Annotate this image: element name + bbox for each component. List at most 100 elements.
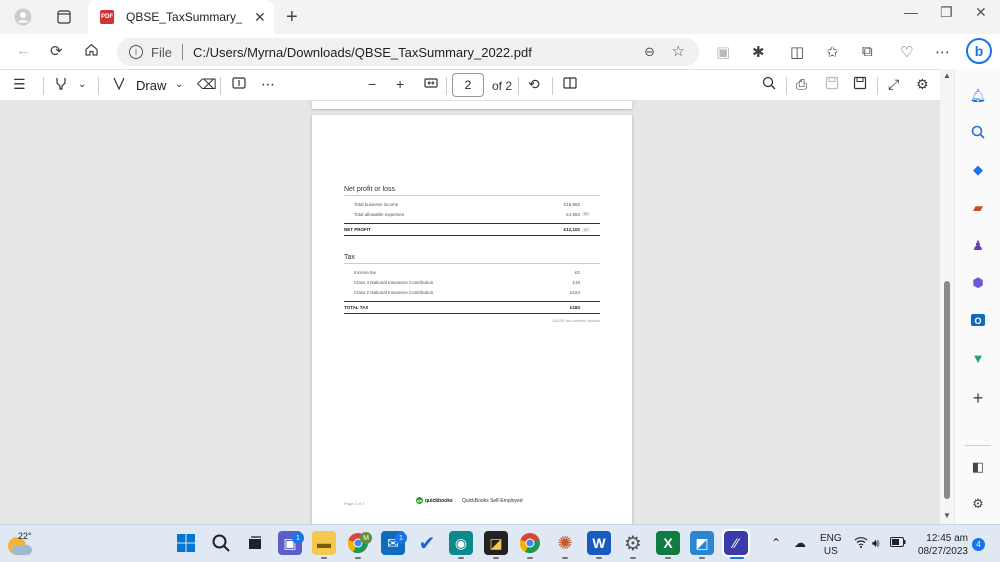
scroll-up-icon[interactable]: ▲ — [943, 71, 951, 80]
pdf-viewer[interactable]: Net profit or loss Total business income… — [0, 101, 940, 524]
class2-nic-value: £164 — [569, 290, 580, 295]
contents-icon[interactable]: ☰ — [13, 76, 26, 93]
highlight-dropdown-icon[interactable]: ⌄ — [78, 79, 86, 90]
minimize-icon[interactable]: — — [904, 4, 918, 20]
sticky-notes-icon[interactable]: ◪ — [484, 531, 508, 555]
settings-gear-icon[interactable]: ⚙ — [621, 531, 645, 555]
wifi-icon[interactable] — [854, 536, 868, 551]
print-icon[interactable]: ⎙ — [796, 76, 807, 93]
search-icon[interactable] — [969, 123, 987, 141]
allowable-expenses-label: Total allowable expenses — [354, 212, 405, 217]
photos-icon[interactable]: ◩ — [690, 531, 714, 555]
scrollbar-thumb[interactable] — [944, 281, 950, 499]
fullscreen-icon[interactable]: ⤢ — [888, 76, 899, 93]
pdf-page-2: Net profit or loss Total business income… — [312, 115, 632, 524]
onedrive-cloud-icon[interactable]: ☁ — [794, 536, 806, 550]
page-number-input[interactable]: 2 — [452, 73, 484, 97]
new-tab-button[interactable]: + — [286, 6, 298, 29]
tab-pdf[interactable]: PDF QBSE_TaxSummary_2022.pdf ✕ — [88, 0, 274, 34]
favorite-star-icon[interactable]: ☆ — [672, 42, 685, 60]
hide-sidebar-icon[interactable]: ◧ — [969, 458, 987, 476]
save-as-icon[interactable] — [853, 76, 867, 93]
paint-icon[interactable]: ✺ — [553, 531, 577, 555]
split-screen-icon[interactable]: ◫ — [790, 43, 804, 61]
back-icon[interactable]: ← — [16, 42, 31, 59]
info-icon[interactable]: i — [129, 45, 143, 59]
clock-date: 08/27/2023 — [917, 546, 968, 557]
chrome-canary-icon[interactable] — [518, 531, 542, 555]
active-app-icon[interactable]: ⁄⁄ — [722, 529, 750, 557]
teams-badge: 1 — [292, 532, 304, 544]
weather-cloud-icon — [12, 545, 32, 555]
fit-page-icon[interactable] — [424, 76, 438, 93]
refresh-icon[interactable]: ⟳ — [50, 42, 63, 60]
close-window-icon[interactable]: ✕ — [975, 4, 987, 21]
draw-icon[interactable] — [112, 76, 126, 93]
bing-chat-icon[interactable]: b — [966, 38, 992, 64]
toolbar-divider — [786, 77, 787, 95]
system-clock[interactable]: 12:45 am 08/27/2023 — [912, 532, 968, 558]
zoom-in-icon[interactable]: + — [396, 76, 404, 92]
show-hidden-icons-chevron-icon[interactable]: ⌃ — [771, 536, 781, 550]
sidebar-settings-icon[interactable]: ⚙ — [969, 495, 987, 513]
box-numbers-note: SA103F box numbers included — [552, 319, 600, 323]
erase-icon[interactable]: ⌫ — [197, 76, 217, 93]
zoom-out-icon[interactable]: ⊖ — [644, 44, 655, 60]
collections-icon[interactable]: ⧉ — [862, 43, 873, 60]
favorites-icon[interactable]: ✩ — [826, 43, 839, 61]
page-view-icon[interactable] — [563, 76, 577, 93]
search-icon[interactable] — [209, 531, 233, 555]
save-icon[interactable] — [825, 76, 839, 93]
more-menu-icon[interactable]: ⋯ — [935, 43, 950, 61]
tools-briefcase-icon[interactable]: ▰ — [969, 199, 987, 217]
volume-icon[interactable]: 🔊︎ — [872, 536, 880, 551]
title-bar: PDF QBSE_TaxSummary_2022.pdf ✕ + — ❐ ✕ — [0, 0, 1000, 34]
tax-title: Tax — [344, 254, 355, 261]
scroll-down-icon[interactable]: ▼ — [943, 511, 951, 520]
running-indicator — [493, 557, 499, 559]
vertical-scrollbar[interactable]: ▲ ▼ — [940, 69, 954, 524]
drop-icon[interactable]: ▼ — [969, 349, 987, 367]
close-tab-icon[interactable]: ✕ — [254, 9, 266, 26]
browser-essentials-icon[interactable]: ♡ — [900, 43, 913, 61]
notification-count-badge[interactable]: 4 — [972, 538, 985, 551]
business-income-value: £16,965 — [563, 202, 580, 207]
restore-icon[interactable]: ❐ — [940, 4, 953, 21]
word-icon[interactable]: W — [587, 531, 611, 555]
highlight-icon[interactable] — [54, 76, 68, 93]
more-tools-icon[interactable]: ⋯ — [261, 76, 275, 93]
tab-actions-icon[interactable] — [53, 7, 75, 27]
start-windows-icon[interactable] — [174, 531, 198, 555]
extensions-icon[interactable]: ✱ — [752, 43, 765, 61]
notifications-bell-icon[interactable]: 🔔︎ — [969, 87, 987, 105]
total-rule — [344, 313, 600, 314]
home-icon[interactable] — [84, 42, 99, 61]
add-text-icon[interactable] — [232, 76, 246, 93]
task-view-icon[interactable] — [243, 531, 267, 555]
running-indicator — [665, 557, 671, 559]
draw-button[interactable]: Draw — [136, 78, 166, 93]
url-field[interactable]: i File C:/Users/Myrna/Downloads/QBSE_Tax… — [117, 38, 699, 66]
input-language[interactable]: ENG US — [820, 532, 842, 558]
rotate-icon[interactable]: ⟲ — [528, 76, 540, 93]
toolbar-divider — [877, 77, 878, 95]
edge-icon[interactable]: ◉ — [449, 531, 473, 555]
find-icon[interactable] — [762, 76, 776, 93]
battery-icon[interactable] — [890, 536, 906, 550]
microsoft-365-icon[interactable]: ⬢ — [969, 274, 987, 292]
reading-mode-icon[interactable]: ▣ — [716, 43, 730, 61]
file-explorer-icon[interactable]: ▬ — [312, 531, 336, 555]
games-icon[interactable]: ♟ — [969, 237, 987, 255]
total-rule — [344, 223, 600, 224]
draw-dropdown-icon[interactable]: ⌄ — [175, 79, 183, 90]
profile-icon[interactable] — [12, 7, 34, 27]
sidebar-divider — [965, 445, 991, 446]
toolbar-divider — [43, 77, 44, 95]
shopping-tag-icon[interactable]: ◆ — [969, 161, 987, 179]
outlook-icon[interactable]: O — [969, 311, 987, 329]
excel-icon[interactable]: X — [656, 531, 680, 555]
todo-icon[interactable]: ✔ — [415, 531, 439, 555]
settings-gear-icon[interactable]: ⚙ — [916, 76, 929, 93]
add-sidebar-app-icon[interactable]: + — [969, 388, 987, 408]
zoom-out-icon[interactable]: − — [368, 76, 376, 92]
